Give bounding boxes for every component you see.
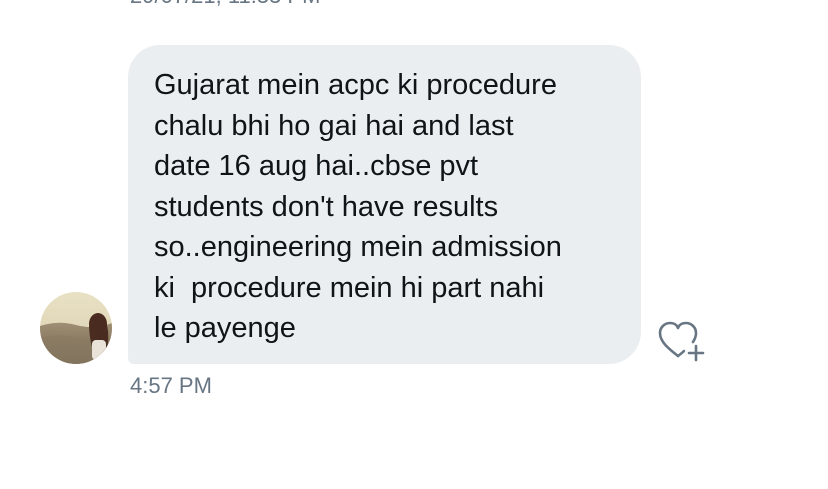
- message-bubble[interactable]: Gujarat mein acpc ki procedure chalu bhi…: [128, 45, 641, 364]
- message-text-line: date 16 aug hai..cbse pvt: [154, 150, 479, 182]
- heart-plus-icon: [658, 321, 705, 362]
- dm-conversation-view: 29/07/21, 11:33 PM Gujarat mein acpc ki …: [0, 0, 828, 489]
- message-text-line: students don't have results: [154, 190, 499, 223]
- avatar-photo-icon: [40, 292, 112, 364]
- message-timestamp: 4:57 PM: [130, 373, 212, 398]
- message-text-line: ki procedure mein hi part nahi: [154, 271, 545, 304]
- react-heart-button[interactable]: [656, 318, 706, 364]
- message-text-line: chalu bhi ho gai hai and last: [154, 109, 514, 142]
- previous-message-timestamp: 29/07/21, 11:33 PM: [130, 0, 320, 9]
- message-text-line: Gujarat mein acpc ki procedure: [154, 69, 557, 101]
- message-text-line: le payenge: [154, 312, 296, 344]
- sender-avatar[interactable]: [40, 292, 112, 364]
- message-text-line: so..engineering mein admission: [154, 231, 562, 263]
